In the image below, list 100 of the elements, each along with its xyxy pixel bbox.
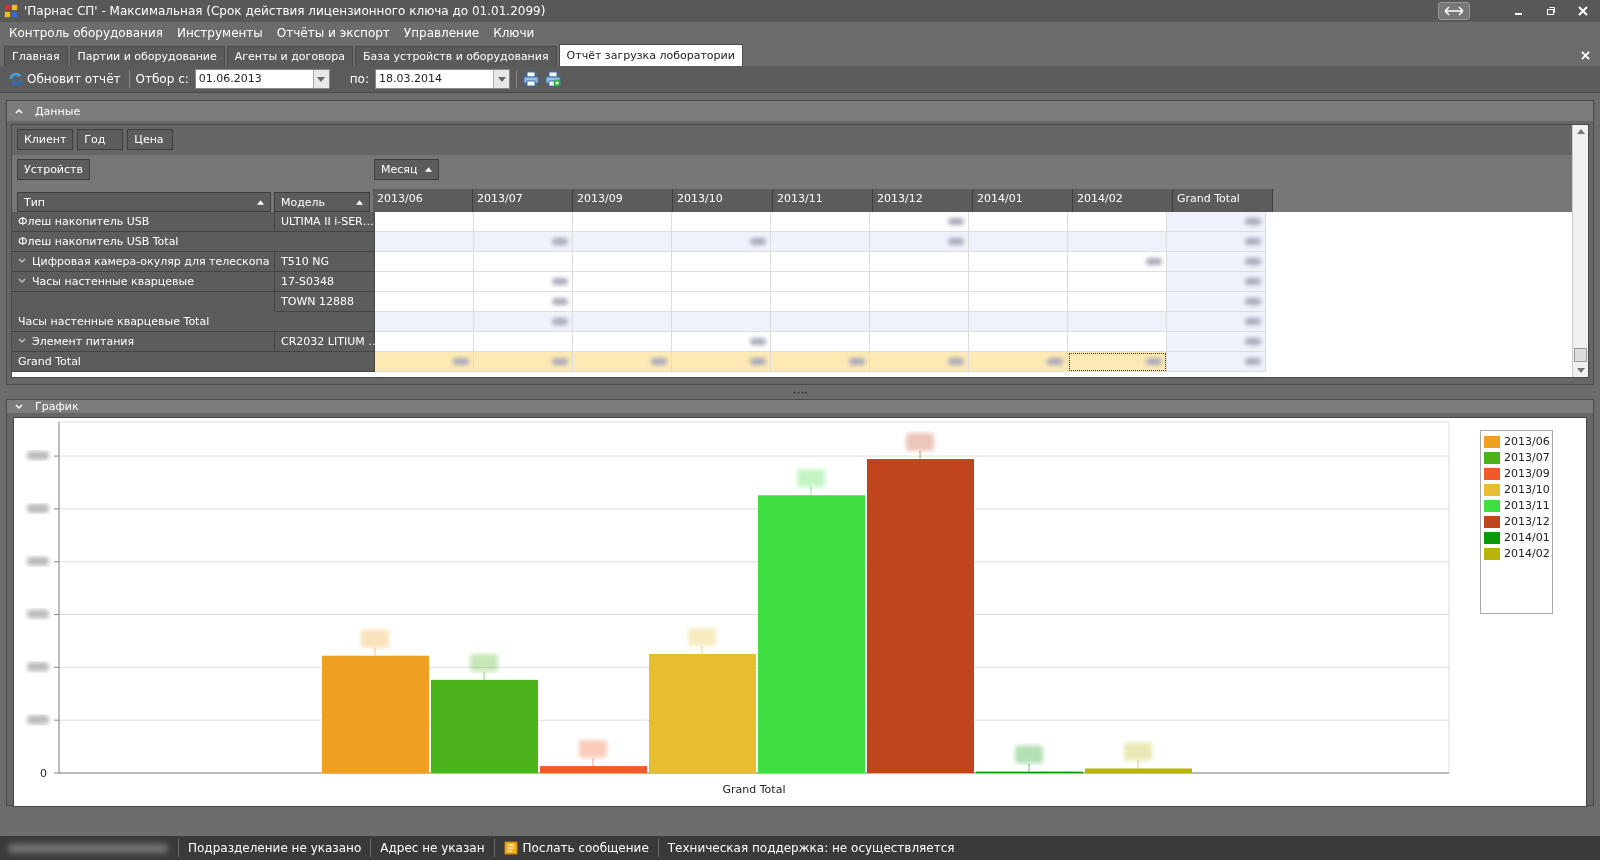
blurred-value [453, 358, 469, 365]
row-header: ULTIMA II i-SER… [275, 212, 375, 232]
column-header: 2013/09 [573, 189, 673, 212]
field-button[interactable]: Устройств [17, 159, 90, 180]
blurred-value [552, 238, 568, 245]
legend-label: 2013/11 [1504, 499, 1550, 512]
blurred-value [1245, 218, 1261, 225]
blurred-value [1146, 358, 1162, 365]
menu-item[interactable]: Ключи [486, 26, 542, 40]
blurred-value [1047, 358, 1063, 365]
blurred-value [651, 358, 667, 365]
refresh-icon [8, 71, 24, 87]
chevron-icon[interactable] [18, 278, 26, 284]
app-icon [4, 4, 18, 18]
blurred-value [1245, 238, 1261, 245]
field-button[interactable]: Месяц [374, 159, 440, 180]
legend-label: 2013/06 [1504, 435, 1550, 448]
column-header: 2014/01 [973, 189, 1073, 212]
printer-add-icon[interactable] [545, 71, 561, 87]
row-header: Grand Total [12, 352, 375, 372]
tab[interactable]: Партии и оборудование [69, 46, 225, 66]
row-header: TOWN 12888 [275, 292, 375, 312]
blurred-data-label [579, 740, 607, 767]
row-header: Элемент питания [32, 335, 135, 350]
close-icon[interactable] [1578, 6, 1588, 16]
column-header: Grand Total [1173, 189, 1273, 212]
tab[interactable]: База устройств и оборудования [355, 46, 557, 66]
close-icon[interactable] [1581, 51, 1590, 60]
row-header: CR2032 LITIUM … [275, 332, 375, 352]
blurred-data-label [470, 653, 498, 681]
legend-label: 2013/12 [1504, 515, 1550, 528]
blurred-data-label [361, 629, 389, 657]
blurred-value [1245, 258, 1261, 265]
scroll-thumb[interactable] [1574, 348, 1587, 362]
panel-header[interactable]: График [7, 400, 1593, 413]
field-label: Тип [24, 195, 46, 209]
status-text: Подразделение не указано [187, 841, 363, 855]
legend-label: 2013/10 [1504, 483, 1550, 496]
from-date-field[interactable]: 01.06.2013 [194, 69, 330, 89]
field-button[interactable]: Модель [274, 192, 370, 212]
menu-item[interactable]: Контроль оборудования [2, 26, 170, 40]
blurred-value [948, 358, 964, 365]
printer-icon[interactable] [523, 71, 539, 87]
splitter-handle[interactable] [793, 390, 807, 394]
field-button[interactable]: Клиент [17, 129, 74, 150]
field-button[interactable]: Год [77, 129, 124, 150]
expand-icon[interactable] [15, 403, 23, 410]
menu-item[interactable]: Отчёты и экспорт [269, 26, 397, 40]
blurred-value [552, 318, 568, 325]
row-header: 17-S0348 [275, 272, 375, 292]
blurred-value [948, 238, 964, 245]
from-label: Отбор с: [135, 72, 189, 86]
row-header: Часы настенные кварцевые Total [12, 312, 375, 332]
chevron-icon[interactable] [18, 338, 26, 344]
field-button[interactable]: Тип [17, 192, 271, 212]
column-header: 2013/10 [673, 189, 773, 212]
row-header: Цифровая камера-окуляр для телескопа [32, 255, 270, 270]
window-title: 'Парнас СП' - Максимальная (Срок действия лицензионного ключа до 01.01.2099) [24, 4, 546, 18]
panel-title: График [35, 400, 79, 413]
blurred-data-label [1124, 742, 1152, 769]
maximize-icon[interactable] [1546, 6, 1556, 16]
scroll-up-icon[interactable] [1576, 129, 1585, 134]
axis-tick-label: 0 [40, 767, 47, 780]
menu-item[interactable]: Инструменты [169, 26, 270, 40]
blurred-value [1146, 258, 1162, 265]
blurred-data-label [906, 433, 934, 460]
to-date-field[interactable]: 18.03.2014 [375, 69, 510, 89]
blurred-value [1245, 318, 1261, 325]
sort-arrow-icon [425, 167, 433, 172]
scroll-down-icon[interactable] [1576, 368, 1585, 373]
tab[interactable]: Агенты и договора [226, 46, 354, 66]
field-button[interactable]: Цена [127, 129, 174, 150]
collapse-icon[interactable] [15, 108, 23, 114]
scrollbar[interactable] [1572, 125, 1588, 377]
menu-item[interactable]: Управление [396, 26, 487, 40]
legend-label: 2014/01 [1504, 531, 1550, 544]
send-message-button[interactable]: Послать сообщение [494, 841, 658, 855]
blurred-value [750, 338, 766, 345]
to-label: по: [349, 72, 369, 86]
refresh-button[interactable]: Обновит отчёт [6, 71, 123, 87]
blurred-data-label [1015, 745, 1043, 773]
blurred-data-label [688, 628, 716, 655]
dropdown-arrow-icon[interactable] [497, 76, 506, 82]
row-header: T510 NG [275, 252, 375, 272]
blurred-value [552, 298, 568, 305]
chevron-icon[interactable] [18, 258, 26, 264]
row-header: Часы настенные кварцевые [32, 275, 195, 290]
column-header: 2013/07 [473, 189, 573, 212]
blurred-value [552, 278, 568, 285]
column-header: 2013/06 [373, 189, 473, 212]
blurred-tick-label [27, 451, 49, 461]
resize-button[interactable] [1438, 2, 1470, 20]
blurred-value [948, 218, 964, 225]
dropdown-arrow-icon[interactable] [317, 76, 326, 82]
panel-title: Данные [35, 104, 81, 118]
blurred-tick-label [27, 609, 49, 619]
tab[interactable]: Главная [4, 46, 68, 66]
panel-header[interactable]: Данные [7, 101, 1593, 121]
field-label: Модель [281, 195, 326, 209]
tab[interactable]: Отчёт загрузка лоборатории [558, 44, 743, 66]
